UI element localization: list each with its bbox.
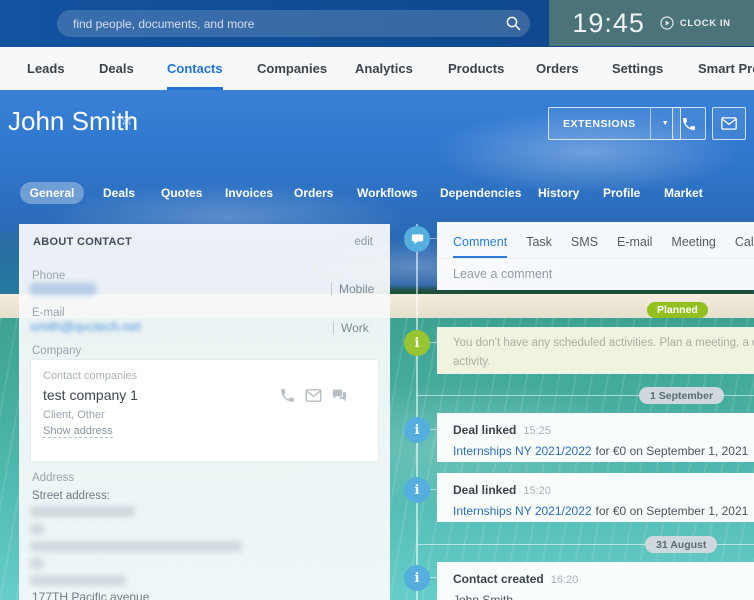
divider (333, 321, 334, 335)
phone-label: Phone (32, 270, 66, 282)
clock-in-button[interactable]: CLOCK IN (660, 16, 731, 30)
tab-workflows[interactable]: Workflows (357, 186, 417, 200)
tab-quotes[interactable]: Quotes (161, 186, 202, 200)
timeline-tab-task[interactable]: Task (526, 235, 552, 258)
notice-text: You don't have any scheduled activities.… (453, 337, 754, 349)
planned-badge: Planned (647, 302, 708, 318)
nav-item-companies[interactable]: Companies (257, 47, 327, 90)
envelope-icon (721, 117, 737, 130)
street-address-label: Street address: (32, 490, 110, 502)
event-title: Contact created (453, 572, 544, 586)
phone-type: Mobile (339, 282, 375, 296)
clock-in-label: CLOCK IN (679, 17, 731, 29)
comment-event-icon (404, 226, 430, 252)
nav-item-deals[interactable]: Deals (99, 47, 134, 90)
company-envelope-icon[interactable] (305, 389, 322, 402)
company-categories: Client, Other (43, 409, 105, 421)
tab-profile[interactable]: Profile (603, 186, 640, 200)
event-text: for €0 on September 1, 2021 (595, 444, 749, 458)
info-event-icon: i (404, 417, 430, 443)
timeline-tab-comment[interactable]: Comment (453, 235, 508, 258)
tab-market[interactable]: Market (664, 186, 703, 200)
phone-value-redacted[interactable] (30, 283, 96, 295)
play-icon (660, 16, 674, 30)
no-activities-notice: You don't have any scheduled activities.… (437, 327, 754, 374)
event-title: Deal linked (453, 483, 517, 497)
tab-history[interactable]: History (538, 186, 579, 200)
divider (19, 258, 390, 259)
speech-bubble-icon (411, 234, 423, 245)
search-icon[interactable] (505, 15, 522, 32)
main-navbar: Leads Deals Contacts Companies Analytics… (0, 47, 754, 90)
address-label: Address (32, 472, 75, 484)
clock-time: 19:45 (572, 7, 645, 38)
nav-item-smart-process[interactable]: Smart Proc (698, 47, 754, 90)
about-contact-title: ABOUT CONTACT (33, 236, 133, 248)
comment-input[interactable]: Leave a comment (437, 259, 754, 289)
nav-item-contacts[interactable]: Contacts (167, 47, 223, 90)
tab-general[interactable]: General (20, 182, 84, 204)
deal-link[interactable]: Internships NY 2021/2022 (453, 444, 592, 458)
company-label: Company (32, 345, 82, 357)
email-value-blurred[interactable]: smith@qvctech.net (30, 319, 141, 334)
timeline-event-contact-created: Contact created 16:20 John Smith (437, 562, 754, 600)
show-address-link[interactable]: Show address (43, 425, 113, 438)
event-text: John Smith (453, 593, 514, 600)
timeline-event-deal-linked: Deal linked 15:20 Internships NY 2021/20… (437, 473, 754, 522)
nav-item-leads[interactable]: Leads (27, 47, 65, 90)
address-line-redacted (30, 506, 135, 517)
timeline-tab-meeting[interactable]: Meeting (671, 235, 715, 258)
address-line-redacted (30, 524, 44, 535)
email-label: E-mail (32, 307, 65, 319)
email-type: Work (341, 321, 369, 335)
event-title: Deal linked (453, 423, 517, 437)
tab-orders[interactable]: Orders (294, 186, 333, 200)
timeline-tab-email[interactable]: E-mail (617, 235, 652, 258)
company-phone-icon[interactable] (279, 387, 296, 404)
work-time-widget[interactable]: 19:45 CLOCK IN (549, 0, 754, 46)
divider (331, 282, 332, 296)
street-address-line: 177TH Pacific avenue (32, 590, 150, 600)
call-button[interactable] (672, 107, 706, 140)
edit-link[interactable]: edit (354, 236, 373, 248)
contact-companies-label: Contact companies (43, 370, 138, 382)
search-input[interactable] (57, 10, 530, 37)
nav-item-settings[interactable]: Settings (612, 47, 663, 90)
extensions-button[interactable]: EXTENSIONS (549, 108, 650, 139)
date-badge: 31 August (645, 536, 718, 553)
extensions-button-group: EXTENSIONS ▼ (548, 107, 681, 140)
about-contact-panel: ABOUT CONTACT edit Phone Mobile E-mail s… (19, 224, 390, 600)
timeline-tabs: Comment Task SMS E-mail Meeting Call Vis… (437, 222, 754, 259)
nav-item-orders[interactable]: Orders (536, 47, 579, 90)
company-name[interactable]: test company 1 (43, 387, 138, 403)
company-chat-icon[interactable] (331, 388, 348, 403)
event-time: 15:25 (523, 425, 551, 437)
timeline-tab-sms[interactable]: SMS (571, 235, 598, 258)
crm-contact-page: 19:45 CLOCK IN Leads Deals Contacts Comp… (0, 0, 754, 600)
company-card: Contact companies test company 1 Client,… (30, 359, 379, 462)
notice-text: activity. (453, 356, 491, 368)
info-event-icon: i (404, 477, 430, 503)
address-line-redacted (30, 558, 44, 569)
event-time: 15:20 (523, 485, 551, 497)
address-line-redacted (30, 575, 126, 586)
phone-icon (683, 117, 695, 130)
timeline-event-deal-linked: Deal linked 15:25 Internships NY 2021/20… (437, 413, 754, 462)
favorite-star-icon[interactable]: ☆ (119, 110, 134, 130)
nav-item-analytics[interactable]: Analytics (355, 47, 413, 90)
nav-item-products[interactable]: Products (448, 47, 504, 90)
tab-deals[interactable]: Deals (103, 186, 135, 200)
timeline-tab-call[interactable]: Call (735, 235, 754, 258)
deal-link[interactable]: Internships NY 2021/2022 (453, 504, 592, 518)
address-line-redacted (30, 541, 242, 552)
event-text: for €0 on September 1, 2021 (595, 504, 749, 518)
email-button[interactable] (712, 107, 746, 140)
date-badge: 1 September (639, 387, 725, 404)
timeline-compose-card: Comment Task SMS E-mail Meeting Call Vis… (437, 222, 754, 290)
tab-invoices[interactable]: Invoices (225, 186, 273, 200)
tab-dependencies[interactable]: Dependencies (440, 186, 521, 200)
event-time: 16:20 (550, 574, 579, 586)
info-event-icon: i (404, 330, 430, 356)
info-event-icon: i (404, 565, 430, 591)
